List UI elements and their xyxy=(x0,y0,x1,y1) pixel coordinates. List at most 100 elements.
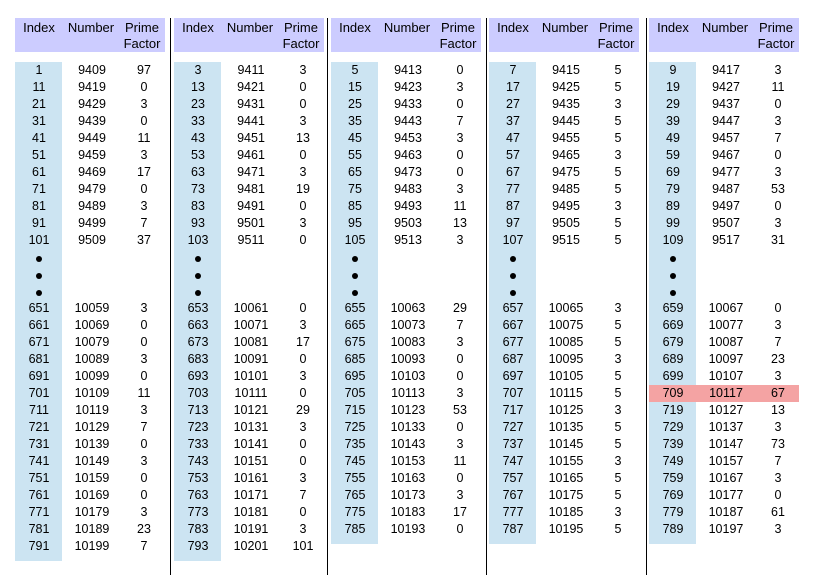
number-cell: 10137 xyxy=(708,420,744,434)
table-row: 721 10129 7 xyxy=(15,419,165,436)
table-row: 785 10193 0 xyxy=(331,521,481,538)
number-cell: 10075 xyxy=(548,318,584,332)
prime-factor-cell: 5 xyxy=(614,522,622,536)
prime-factor-cell: 5 xyxy=(614,318,622,332)
index-cell: 705 xyxy=(344,386,366,400)
prime-factor-cell: 23 xyxy=(137,522,151,536)
index-cell: 709 xyxy=(662,386,684,400)
prime-factor-cell: 7 xyxy=(456,318,464,332)
number-cell: 10139 xyxy=(74,437,110,451)
index-cell: 775 xyxy=(344,505,366,519)
number-cell: 10183 xyxy=(390,505,426,519)
number-cell: 9457 xyxy=(712,131,740,145)
prime-factor-cell: 7 xyxy=(774,454,782,468)
number-cell: 9503 xyxy=(394,216,422,230)
prime-factor-cell: 3 xyxy=(614,505,622,519)
index-cell: 707 xyxy=(502,386,524,400)
number-cell: 10091 xyxy=(233,352,269,366)
prime-factor-cell: 67 xyxy=(771,386,785,400)
prime-factor-cell: 3 xyxy=(614,403,622,417)
table-row: 771 10179 3 xyxy=(15,504,165,521)
prime-factor-cell: 97 xyxy=(137,63,151,77)
number-cell: 10129 xyxy=(74,420,110,434)
table-row: 749 10157 7 xyxy=(649,453,799,470)
index-cell: 105 xyxy=(344,233,366,247)
number-cell: 10163 xyxy=(390,471,426,485)
prime-factor-cell: 3 xyxy=(614,454,622,468)
header-row: Index Number Prime Factor xyxy=(331,18,481,52)
number-cell: 10141 xyxy=(233,437,269,451)
header-factor: Factor xyxy=(597,36,635,51)
table-row: 791 10199 7 xyxy=(15,538,165,555)
table-row: 667 10075 5 xyxy=(489,317,639,334)
index-cell: 671 xyxy=(28,335,50,349)
index-cell: 669 xyxy=(662,318,684,332)
number-cell: 10123 xyxy=(390,403,426,417)
number-cell: 9499 xyxy=(78,216,106,230)
prime-factor-cell: 3 xyxy=(140,199,148,213)
number-cell: 10149 xyxy=(74,454,110,468)
index-cell: 689 xyxy=(662,352,684,366)
table-row: 787 10195 5 xyxy=(489,521,639,538)
prime-factor-cell: 13 xyxy=(771,403,785,417)
index-cell: 89 xyxy=(666,199,680,213)
number-cell: 9515 xyxy=(552,233,580,247)
number-cell: 9413 xyxy=(394,63,422,77)
index-cell: 81 xyxy=(32,199,46,213)
header-prime: Prime xyxy=(125,20,159,35)
index-cell: 69 xyxy=(666,165,680,179)
header-factor: Factor xyxy=(439,36,477,51)
index-cell: 677 xyxy=(502,335,524,349)
index-cell: 733 xyxy=(187,437,209,451)
number-cell: 10095 xyxy=(548,352,584,366)
header-factor: Factor xyxy=(757,36,795,51)
index-cell: 27 xyxy=(506,97,520,111)
prime-factor-cell: 53 xyxy=(453,403,467,417)
number-cell: 9425 xyxy=(552,80,580,94)
number-cell: 9483 xyxy=(394,182,422,196)
number-cell: 9497 xyxy=(712,199,740,213)
header-index: Index xyxy=(182,20,214,35)
index-cell: 729 xyxy=(662,420,684,434)
number-cell: 10099 xyxy=(74,369,110,383)
table-row: 763 10171 7 xyxy=(174,487,324,504)
table-row: 35 9443 7 xyxy=(331,113,481,130)
number-cell: 9501 xyxy=(237,216,265,230)
table-row: 741 10149 3 xyxy=(15,453,165,470)
prime-factor-cell: 3 xyxy=(299,369,307,383)
prime-factor-cell: 0 xyxy=(299,301,307,315)
index-cell: 665 xyxy=(344,318,366,332)
index-cell: 47 xyxy=(506,131,520,145)
table-row: 95 9503 13 xyxy=(331,215,481,232)
table-row: 677 10085 5 xyxy=(489,334,639,351)
ellipsis-dot xyxy=(352,256,358,262)
header-prime: Prime xyxy=(284,20,318,35)
table-row: 773 10181 0 xyxy=(174,504,324,521)
prime-factor-cell: 3 xyxy=(456,386,464,400)
index-cell: 685 xyxy=(344,352,366,366)
index-cell: 765 xyxy=(344,488,366,502)
column-divider xyxy=(646,18,647,575)
prime-factor-cell: 3 xyxy=(774,522,782,536)
number-cell: 9463 xyxy=(394,148,422,162)
number-cell: 10117 xyxy=(709,386,743,400)
number-cell: 10175 xyxy=(548,488,584,502)
header-prime: Prime xyxy=(759,20,793,35)
table-row: 101 9509 37 xyxy=(15,232,165,249)
prime-factor-cell: 5 xyxy=(614,420,622,434)
index-cell: 35 xyxy=(348,114,362,128)
index-cell: 779 xyxy=(662,505,684,519)
number-cell: 10121 xyxy=(233,403,269,417)
table-row: 733 10141 0 xyxy=(174,436,324,453)
prime-factor-cell: 0 xyxy=(456,97,464,111)
table-row: 727 10135 5 xyxy=(489,419,639,436)
prime-factor-cell: 23 xyxy=(771,352,785,366)
prime-factor-cell: 0 xyxy=(140,80,148,94)
table-row: 653 10061 0 xyxy=(174,300,324,317)
prime-factor-cell: 17 xyxy=(296,335,310,349)
number-cell: 9435 xyxy=(552,97,580,111)
number-cell: 10189 xyxy=(74,522,110,536)
prime-factor-cell: 5 xyxy=(614,437,622,451)
index-cell: 693 xyxy=(187,369,209,383)
prime-factor-cell: 7 xyxy=(140,420,148,434)
